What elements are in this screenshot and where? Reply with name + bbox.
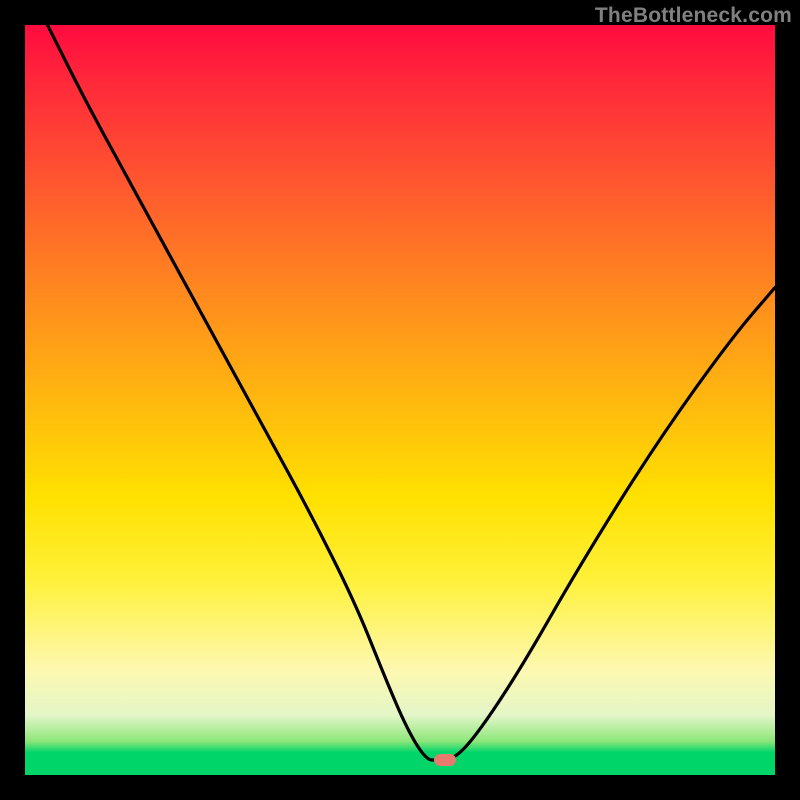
optimal-point-marker xyxy=(434,754,456,766)
plot-area xyxy=(25,25,775,775)
chart-stage: TheBottleneck.com xyxy=(0,0,800,800)
bottleneck-curve xyxy=(25,25,775,775)
